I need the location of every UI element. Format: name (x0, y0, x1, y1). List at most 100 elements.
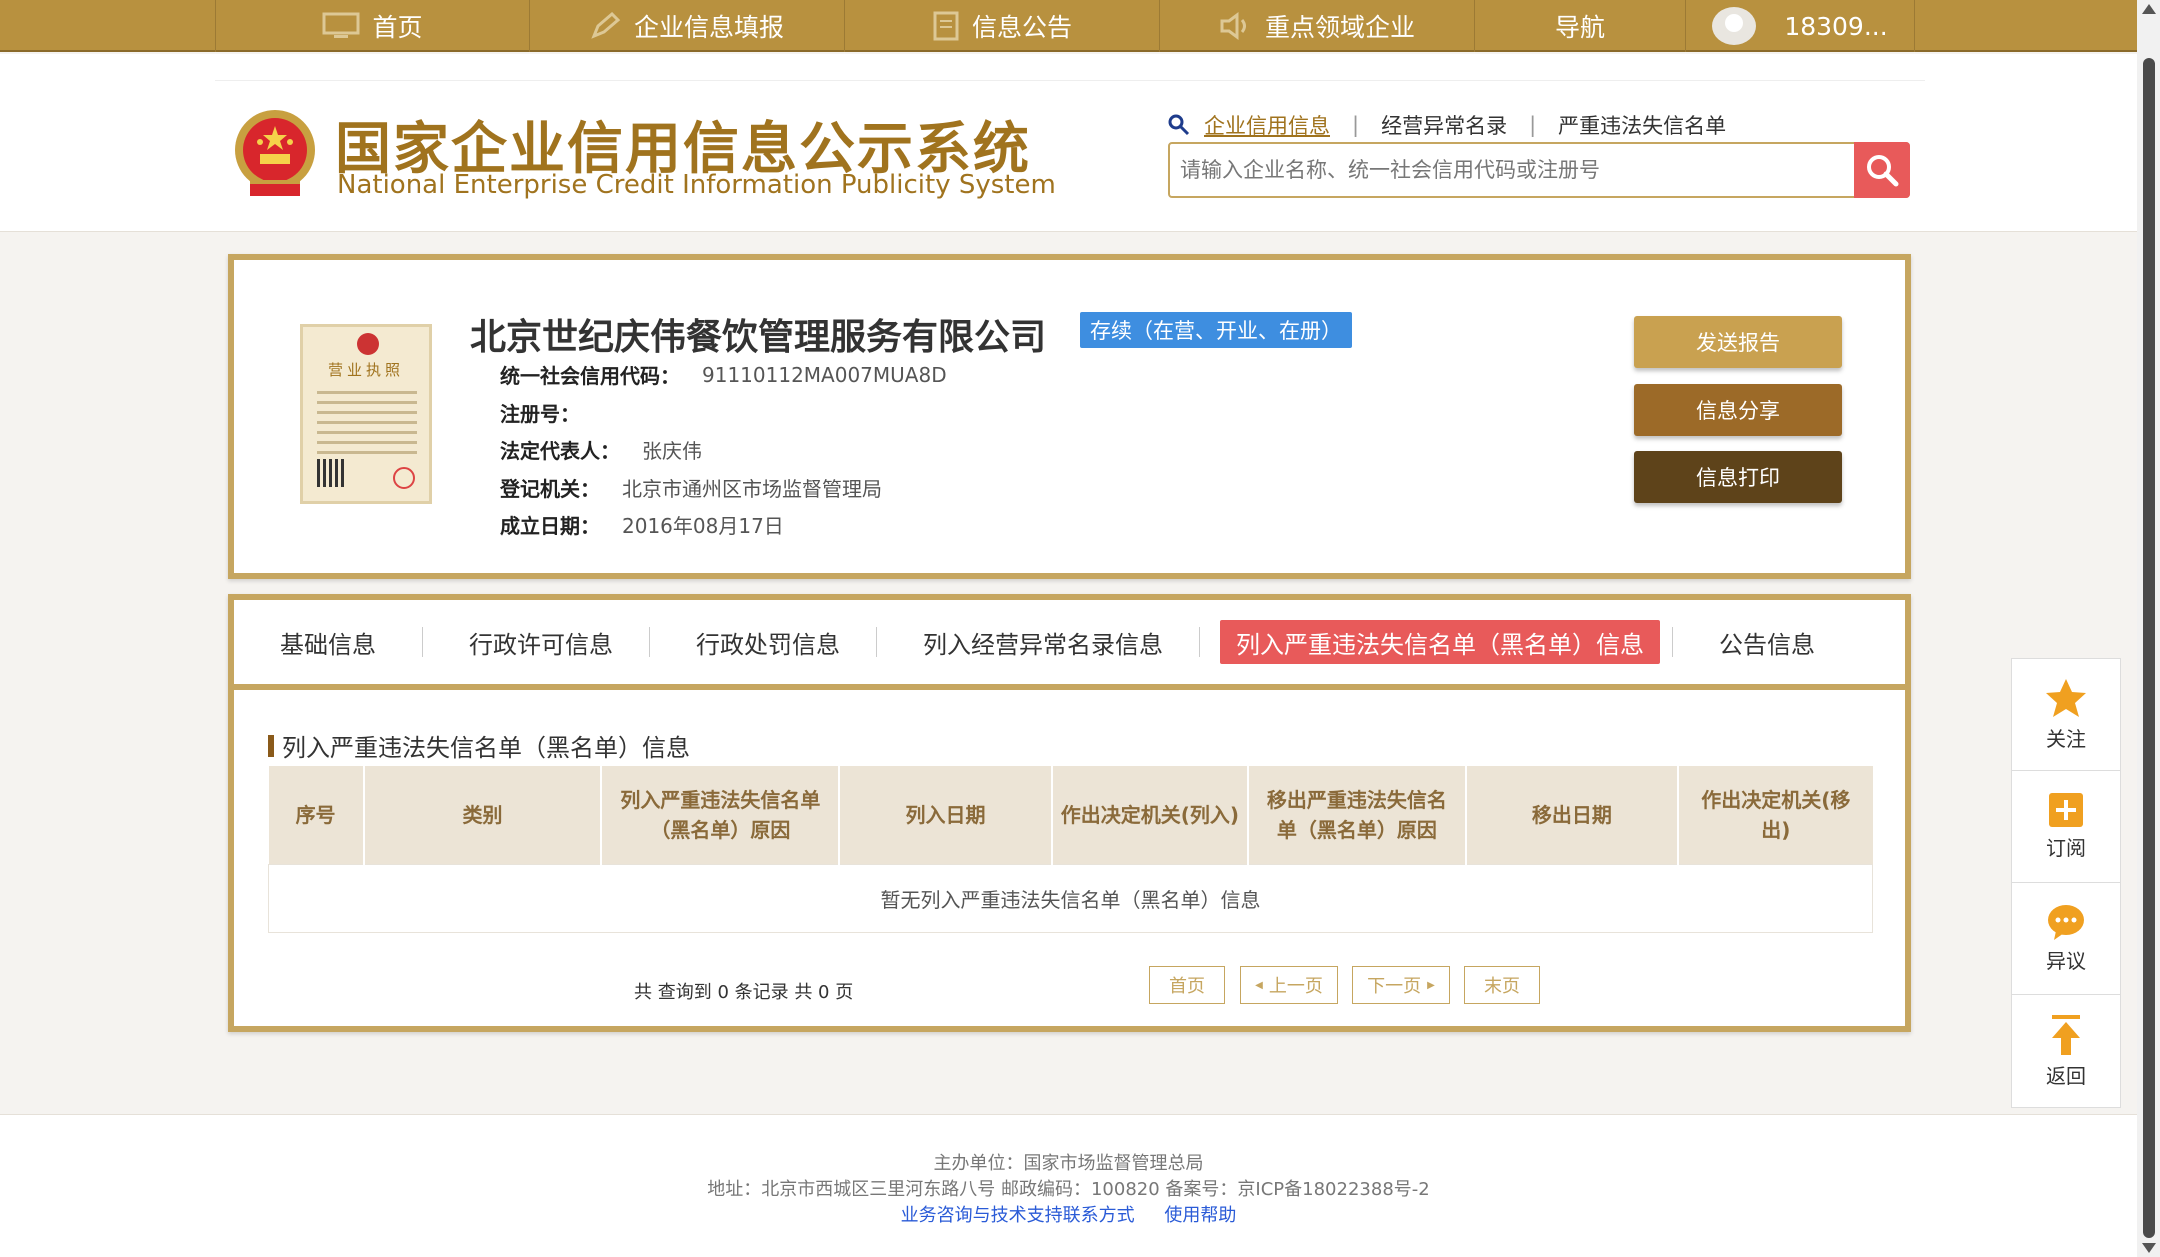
search-icon (1168, 114, 1190, 136)
nav-enterprise-report[interactable]: 企业信息填报 (529, 0, 844, 52)
footer-link-help[interactable]: 使用帮助 (1164, 1205, 1236, 1226)
field-label: 成立日期： (500, 514, 600, 538)
pager-first[interactable]: 首页 (1149, 966, 1225, 1004)
scroll-thumb[interactable] (2143, 58, 2155, 1238)
search-icon (1867, 155, 1899, 187)
field-registration-authority: 登记机关： 北京市通州区市场监督管理局 (500, 473, 882, 502)
nav-home[interactable]: 首页 (215, 0, 529, 52)
arrow-up-icon (2052, 1014, 2080, 1055)
footer-link-contact[interactable]: 业务咨询与技术支持联系方式 (901, 1205, 1135, 1226)
search-tab-abnormal-list[interactable]: 经营异常名录 (1381, 110, 1507, 140)
search-tab-credit-info[interactable]: 企业信用信息 (1204, 110, 1330, 140)
column-header: 作出决定机关(移出) (1678, 766, 1873, 864)
column-header: 类别 (363, 766, 603, 864)
header-divider (215, 80, 1925, 81)
subscribe-label: 订阅 (2046, 836, 2086, 860)
field-label: 统一社会信用代码： (500, 364, 680, 388)
search-type-tabs: 企业信用信息 | 经营异常名录 | 严重违法失信名单 (1168, 110, 1726, 140)
search-input[interactable] (1180, 144, 1850, 196)
search-tab-separator: | (1529, 113, 1537, 137)
column-header: 序号 (268, 766, 365, 864)
nav-key-enterprises[interactable]: 重点领域企业 (1159, 0, 1474, 52)
user-name: 18309... (1784, 11, 1888, 41)
pager-first-label: 首页 (1169, 976, 1205, 997)
field-legal-rep: 法定代表人： 张庆伟 (500, 435, 702, 464)
column-header: 移出严重违法失信名单（黑名单）原因 (1248, 766, 1467, 864)
monitor-icon (322, 12, 360, 38)
site-footer: 主办单位：国家市场监督管理总局 地址：北京市西城区三里河东路八号 邮政编码：10… (0, 1114, 2137, 1257)
footer-host: 主办单位：国家市场监督管理总局 (933, 1153, 1204, 1174)
pager-last-label: 末页 (1484, 976, 1520, 997)
field-value: 91110112MA007MUA8D (702, 362, 947, 387)
pager-last[interactable]: 末页 (1464, 966, 1540, 1004)
plus-square-icon (2049, 793, 2083, 827)
field-value: 北京市通州区市场监督管理局 (622, 477, 882, 501)
search-box (1168, 142, 1910, 198)
footer-links: 业务咨询与技术支持联系方式 使用帮助 (0, 1201, 2137, 1227)
tab-admin-license[interactable]: 行政许可信息 (453, 620, 629, 664)
objection-button[interactable]: 异议 (2012, 883, 2120, 995)
nav-navigation-label: 导航 (1554, 13, 1605, 42)
field-value: 2016年08月17日 (622, 514, 784, 538)
chat-bubble-icon (2048, 905, 2084, 940)
search-button[interactable] (1854, 142, 1910, 198)
send-report-button[interactable]: 发送报告 (1634, 316, 1842, 368)
caret-left-icon: ◀ (1255, 979, 1263, 991)
scroll-up-icon[interactable] (2142, 4, 2156, 14)
tab-divider (649, 627, 650, 657)
share-info-button[interactable]: 信息分享 (1634, 384, 1842, 436)
footer-address: 地址：北京市西城区三里河东路八号 邮政编码：100820 备案号：京ICP备18… (707, 1179, 1430, 1200)
column-header: 列入严重违法失信名单（黑名单）原因 (601, 766, 841, 864)
back-to-top-button[interactable]: 返回 (2012, 995, 2120, 1107)
tab-abnormal-list[interactable]: 列入经营异常名录信息 (907, 620, 1179, 664)
star-icon (2046, 679, 2086, 717)
license-title: 营业执照 (327, 361, 404, 379)
national-emblem-icon (235, 110, 315, 196)
status-badge: 存续（在营、开业、在册） (1080, 312, 1352, 348)
nav-enterprise-report-label: 企业信息填报 (633, 13, 784, 42)
tab-admin-penalty[interactable]: 行政处罚信息 (680, 620, 856, 664)
business-license-thumbnail[interactable]: 营业执照 (300, 324, 432, 504)
pager-next-label: 下一页 (1367, 976, 1422, 997)
side-float-toolbar: 关注 订阅 异议 返回 (2011, 658, 2121, 1108)
stamp-icon (393, 467, 415, 489)
field-credit-code: 统一社会信用代码： 91110112MA007MUA8D (500, 360, 947, 389)
pager-prev-label: 上一页 (1268, 976, 1323, 997)
search-tab-blacklist[interactable]: 严重违法失信名单 (1558, 110, 1726, 140)
site-header: 国家企业信用信息公示系统 National Enterprise Credit … (0, 54, 2137, 232)
tab-blacklist[interactable]: 列入严重违法失信名单（黑名单）信息 (1220, 620, 1660, 664)
field-value: 张庆伟 (642, 439, 702, 463)
company-card: 营业执照 北京世纪庆伟餐饮管理服务有限公司 存续（在营、开业、在册） 统一社会信… (228, 254, 1911, 579)
qr-code-icon (317, 459, 345, 487)
table-row: 暂无列入严重违法失信名单（黑名单）信息 (268, 863, 1873, 933)
field-label: 登记机关： (500, 477, 600, 501)
back-to-top-label: 返回 (2046, 1063, 2086, 1088)
caret-right-icon: ▶ (1427, 979, 1435, 991)
tab-announcements[interactable]: 公告信息 (1703, 620, 1831, 664)
subscribe-button[interactable]: 订阅 (2012, 771, 2120, 883)
column-header: 作出决定机关(列入) (1051, 766, 1250, 864)
table-header-row: 序号 类别 列入严重违法失信名单（黑名单）原因 列入日期 作出决定机关(列入) … (268, 766, 1873, 864)
pager-next[interactable]: 下一页 ▶ (1352, 966, 1450, 1004)
speaker-icon (1220, 12, 1246, 40)
info-panel: 基础信息 行政许可信息 行政处罚信息 列入经营异常名录信息 列入严重违法失信名单… (228, 594, 1911, 1032)
follow-button[interactable]: 关注 (2012, 659, 2120, 771)
vertical-scrollbar[interactable] (2137, 0, 2160, 1257)
company-name: 北京世纪庆伟餐饮管理服务有限公司 (470, 317, 1047, 358)
nav-announcement[interactable]: 信息公告 (844, 0, 1159, 52)
field-label: 法定代表人： (500, 439, 620, 463)
top-nav: 首页 企业信息填报 信息公告 重点领域企业 导航 18309... (0, 0, 2137, 52)
tab-divider (876, 627, 877, 657)
field-label: 注册号： (500, 402, 580, 426)
scroll-down-icon[interactable] (2142, 1243, 2156, 1253)
tab-divider (1199, 627, 1200, 657)
pager-prev[interactable]: ◀ 上一页 (1240, 966, 1338, 1004)
nav-navigation[interactable]: 导航 (1474, 0, 1685, 52)
search-tab-separator: | (1352, 113, 1360, 137)
objection-label: 异议 (2046, 949, 2086, 973)
tab-basic-info[interactable]: 基础信息 (264, 620, 392, 664)
print-info-button[interactable]: 信息打印 (1634, 451, 1842, 503)
info-tabs: 基础信息 行政许可信息 行政处罚信息 列入经营异常名录信息 列入严重违法失信名单… (234, 600, 1905, 690)
nav-user[interactable]: 18309... (1685, 0, 1915, 52)
license-emblem (357, 333, 379, 355)
